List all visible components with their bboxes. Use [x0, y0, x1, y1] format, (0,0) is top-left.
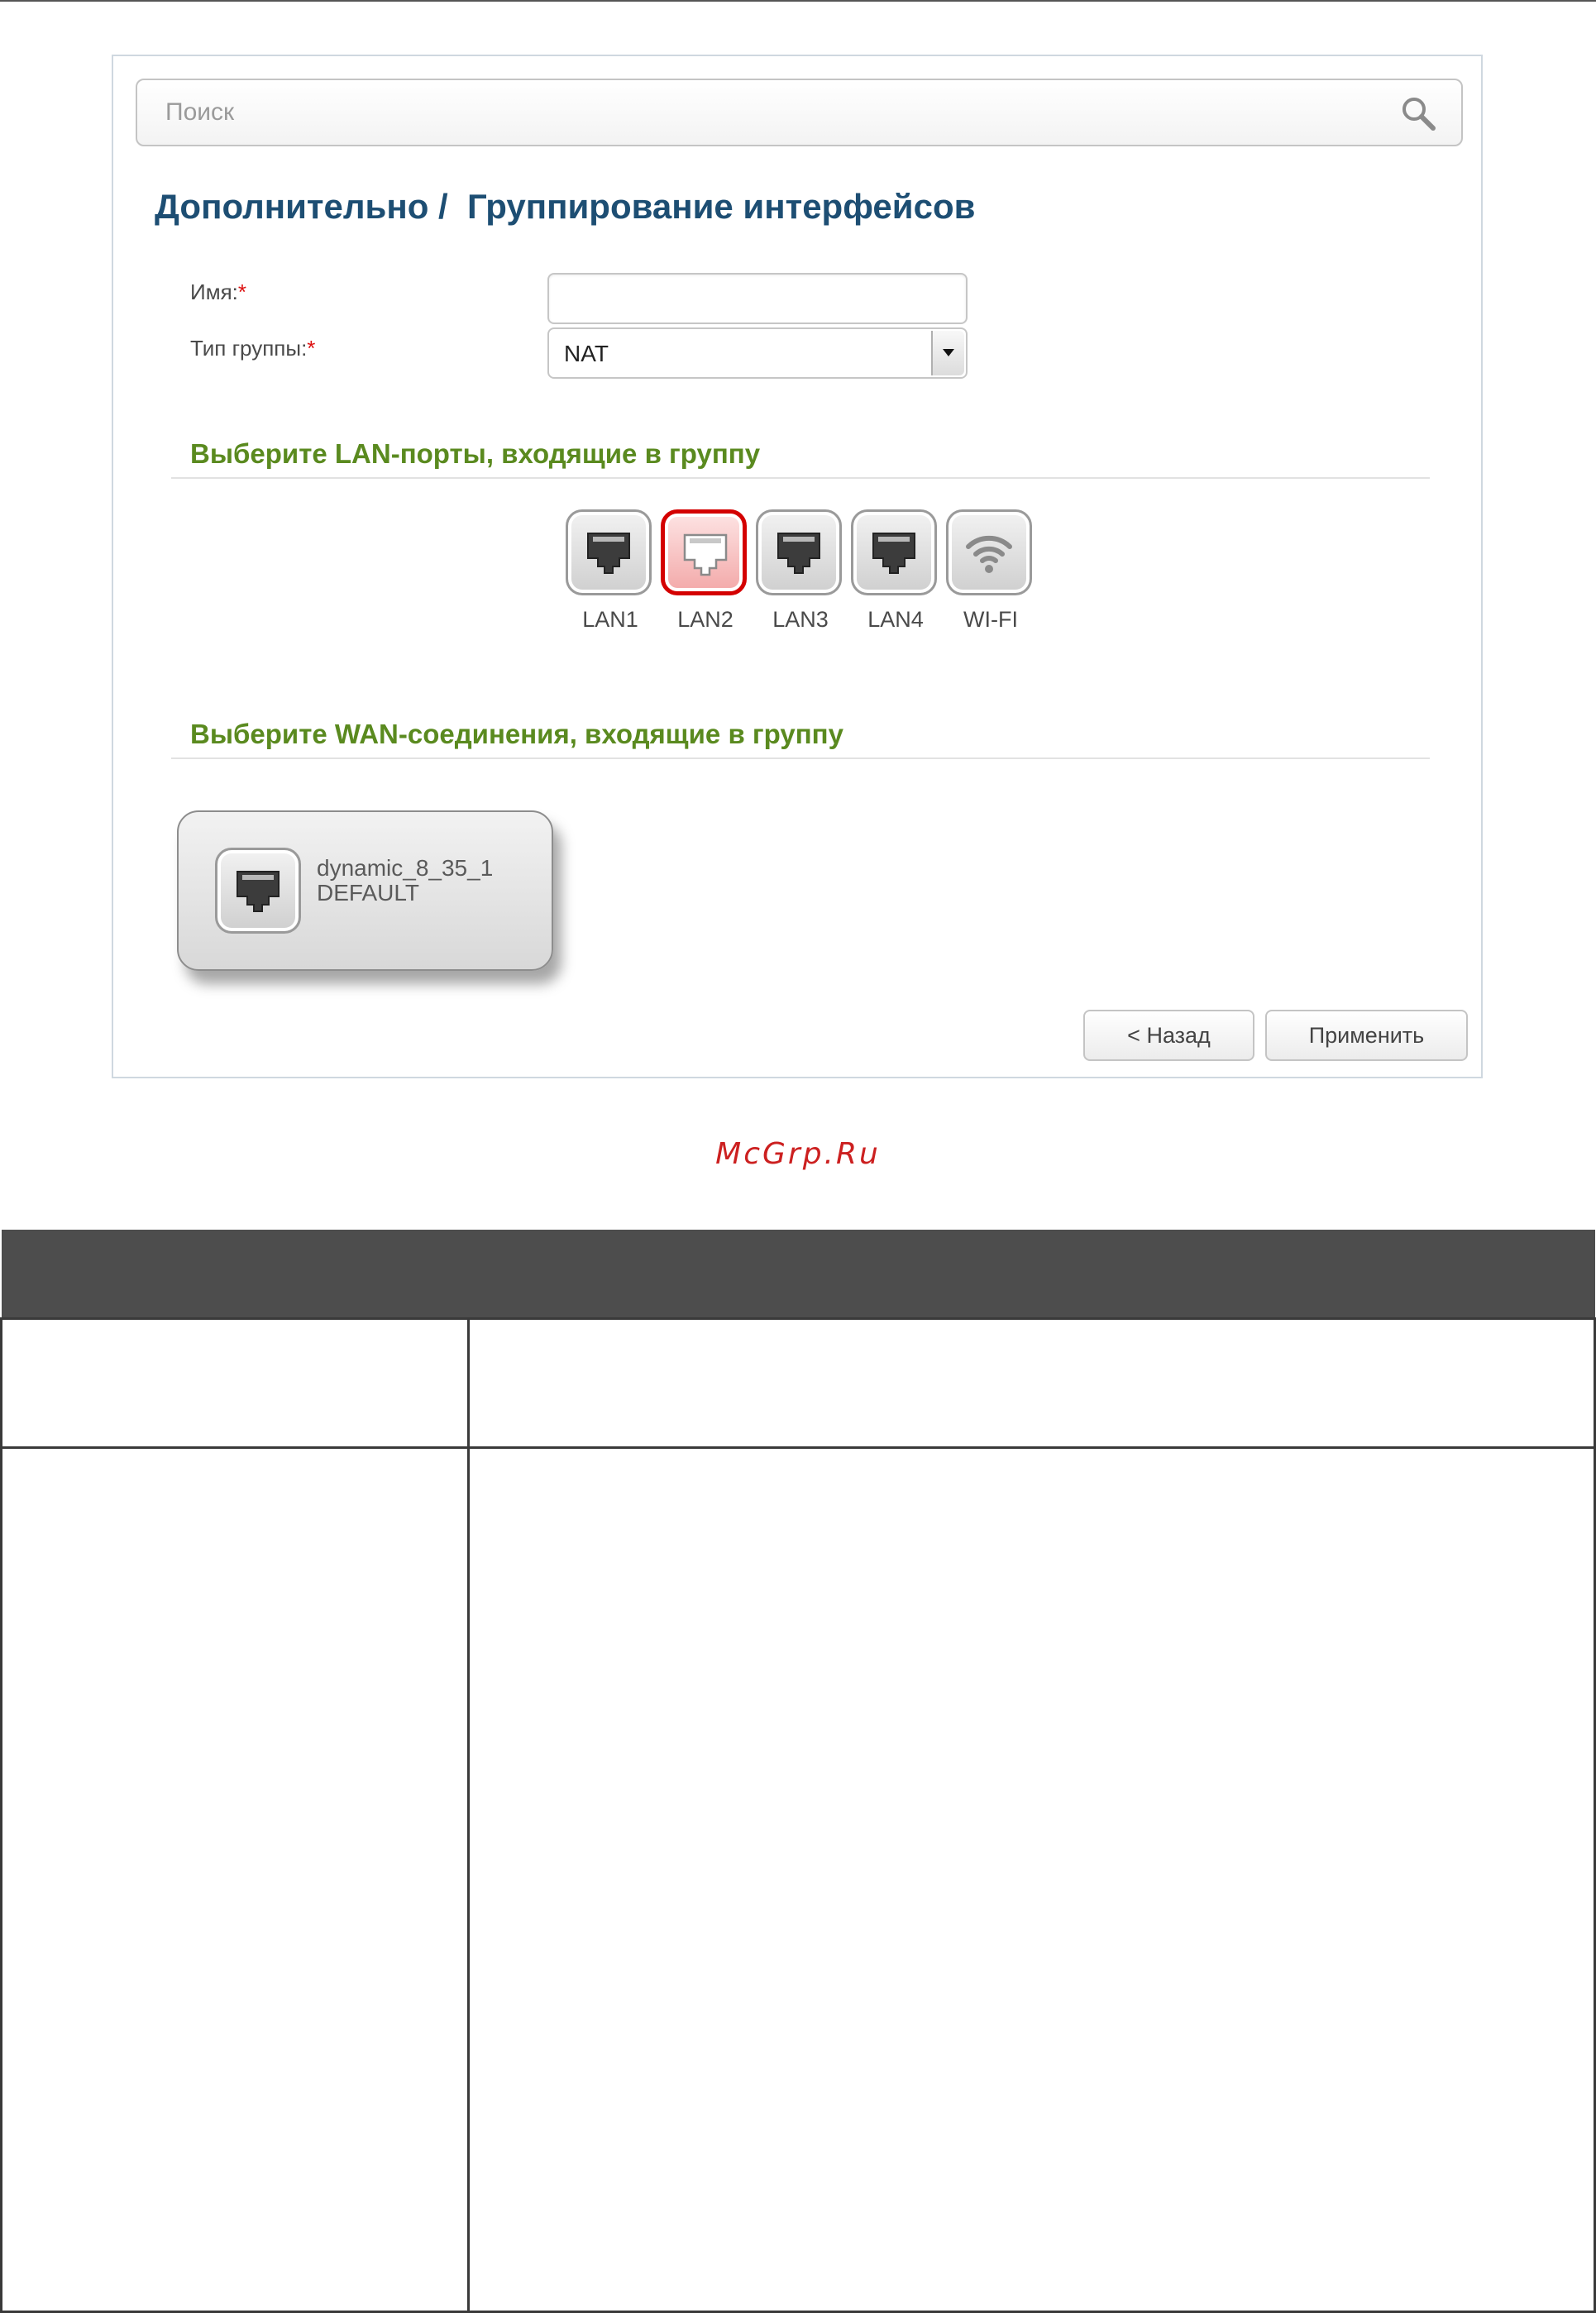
port-lan1[interactable]: LAN1 [566, 509, 655, 633]
group-type-select[interactable]: NAT [547, 327, 968, 379]
name-field[interactable] [547, 273, 968, 324]
section-divider [171, 757, 1430, 759]
port-label: WI-FI [963, 607, 1018, 632]
port-lan4[interactable]: LAN4 [851, 509, 940, 633]
table-cell [467, 1446, 1596, 2313]
port-wifi[interactable]: WI-FI [946, 509, 1035, 633]
search-bar [136, 79, 1463, 146]
required-mark: * [307, 336, 316, 361]
name-field-label: Имя:* [190, 280, 246, 305]
table-header-cell [1, 1230, 469, 1319]
port-label: LAN4 [867, 607, 924, 632]
port-tile[interactable] [946, 509, 1032, 595]
page-title: Дополнительно / Группирование интерфейсо… [155, 187, 976, 226]
port-lan3[interactable]: LAN3 [756, 509, 845, 633]
section-divider [171, 477, 1430, 479]
wan-connection-name: dynamic_8_35_1 [317, 855, 494, 881]
back-button[interactable]: < Назад [1083, 1010, 1254, 1061]
ethernet-port-icon [237, 871, 280, 912]
ethernet-port-icon [587, 533, 630, 574]
table-row [0, 1446, 1596, 2313]
wan-connection-subtitle: DEFAULT [317, 880, 419, 906]
ethernet-port-icon [683, 533, 728, 576]
group-type-label: Тип группы:* [190, 336, 315, 361]
name-label-text: Имя: [190, 280, 238, 304]
chevron-down-icon[interactable] [931, 331, 964, 375]
router-web-ui-screenshot: Дополнительно / Группирование интерфейсо… [112, 55, 1483, 1078]
required-mark: * [237, 280, 246, 304]
table-cell [0, 1317, 470, 1449]
port-label: LAN1 [582, 607, 638, 632]
table-header-row [1, 1230, 1595, 1319]
lan-section-heading: Выберите LAN-порты, входящие в группу [190, 438, 761, 469]
table-row [0, 1317, 1596, 1449]
search-icon[interactable] [1400, 95, 1438, 133]
wan-connection-card[interactable]: dynamic_8_35_1 DEFAULT [177, 810, 553, 971]
watermark: McGrp.Ru [715, 1137, 881, 1171]
ethernet-port-icon [777, 533, 820, 574]
table-header-cell [468, 1230, 1595, 1319]
port-tile[interactable] [756, 509, 842, 595]
port-tile-selected[interactable] [661, 509, 747, 595]
top-rule [0, 0, 1596, 2]
ethernet-port-icon [872, 533, 915, 574]
group-type-selected-value: NAT [564, 341, 609, 366]
parameter-table [0, 1230, 1596, 2313]
port-label: LAN2 [677, 607, 733, 632]
wan-section-heading: Выберите WAN-соединения, входящие в груп… [190, 719, 843, 749]
port-tile[interactable] [566, 509, 652, 595]
wifi-icon [966, 535, 1012, 573]
wan-icon-tile [215, 848, 301, 934]
apply-button[interactable]: Применить [1265, 1010, 1468, 1061]
search-input[interactable] [137, 80, 1378, 145]
group-type-label-text: Тип группы: [190, 336, 308, 361]
table-cell [467, 1317, 1596, 1449]
table-cell [0, 1446, 470, 2313]
port-lan2[interactable]: LAN2 [661, 509, 750, 633]
port-tile[interactable] [851, 509, 937, 595]
port-label: LAN3 [772, 607, 829, 632]
